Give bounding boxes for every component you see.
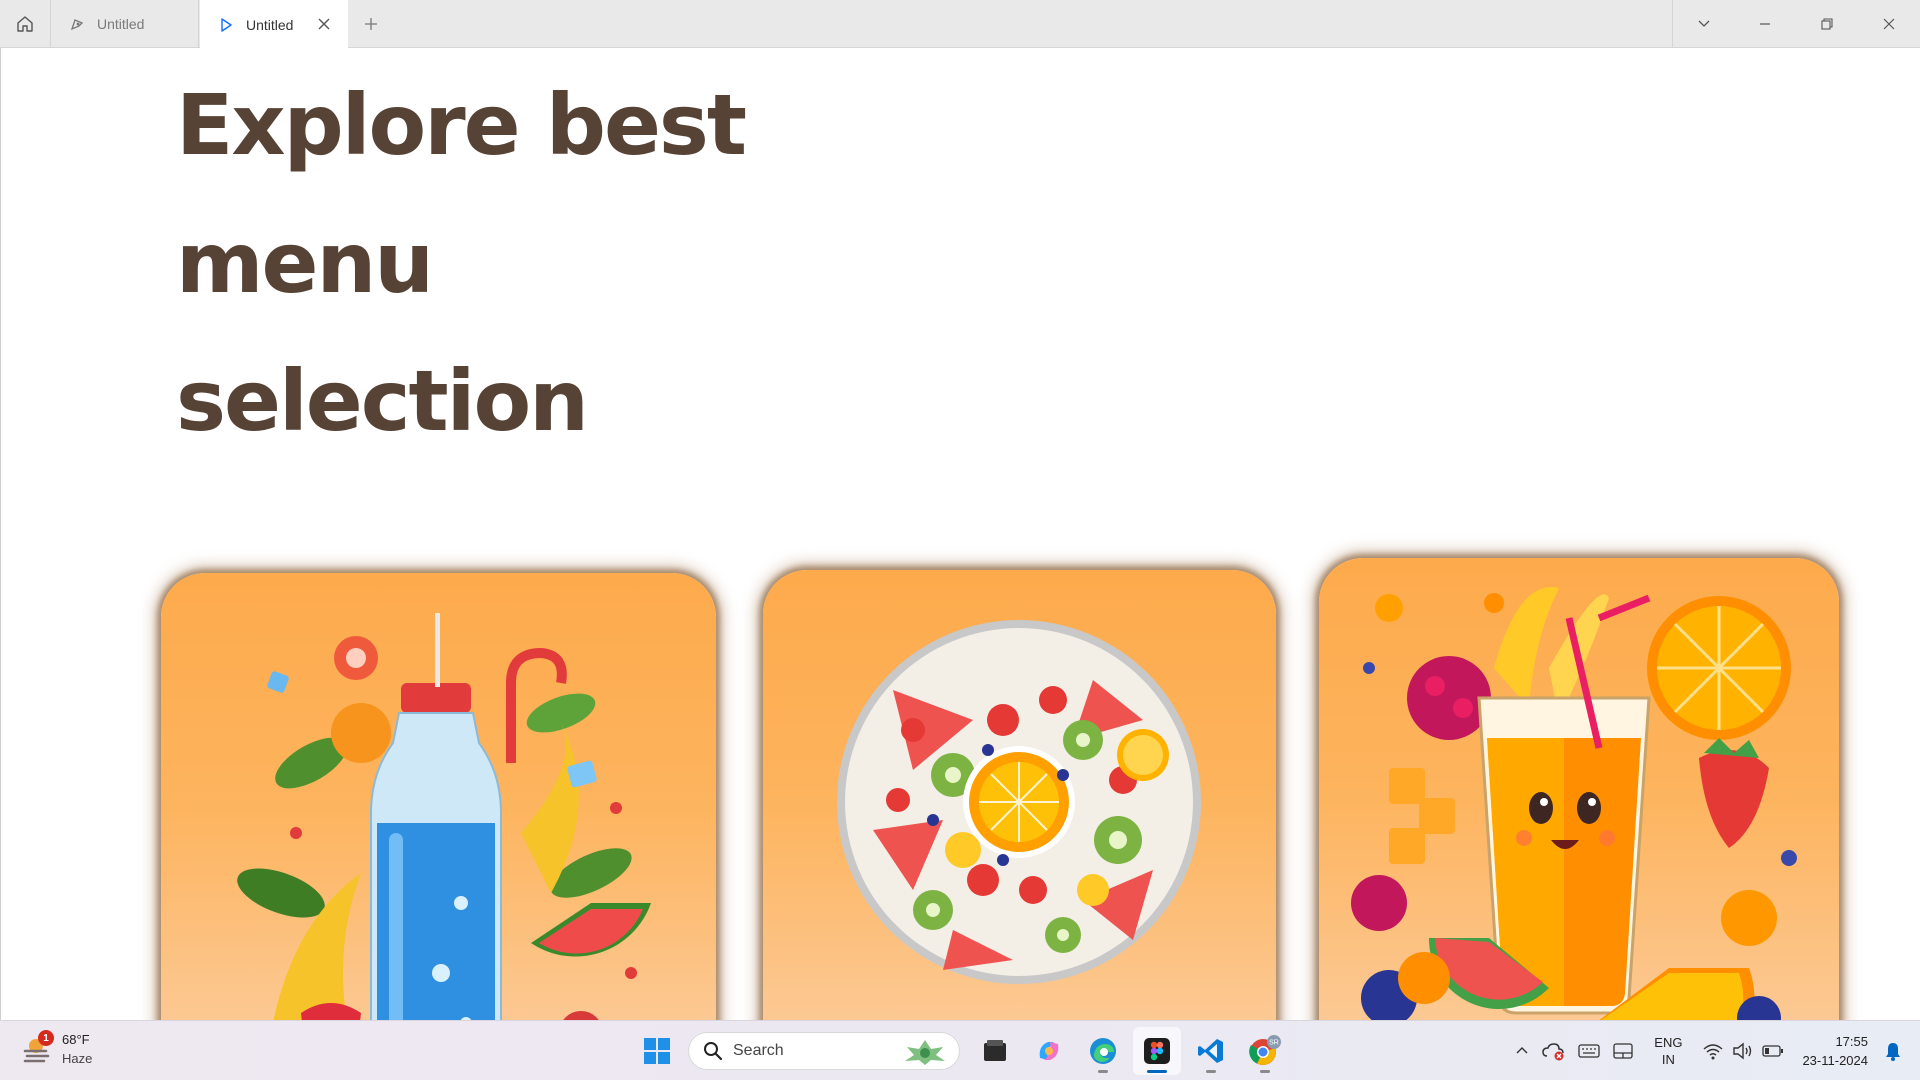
restore-button[interactable] [1796, 0, 1858, 48]
figma-draft-icon [67, 14, 87, 34]
tab-label: Untitled [97, 16, 145, 32]
copilot-button[interactable] [1025, 1027, 1073, 1075]
window-controls [1672, 0, 1920, 48]
language-code: ENG [1654, 1035, 1683, 1050]
start-button[interactable] [633, 1027, 681, 1075]
bell-icon [1886, 1043, 1900, 1061]
fruit-salad-plate-card[interactable] [763, 570, 1276, 1020]
running-indicator [1260, 1070, 1270, 1073]
notification-center-button[interactable] [1884, 1031, 1902, 1071]
show-hidden-icons-button[interactable] [1514, 1031, 1530, 1071]
taskbar-clock[interactable]: 17:55 23-11-2024 [1802, 1032, 1868, 1070]
vscode-button[interactable] [1187, 1027, 1235, 1075]
running-indicator [1098, 1070, 1108, 1073]
volume-icon [1733, 1042, 1752, 1060]
tab-list-button[interactable] [1672, 0, 1734, 48]
restore-icon [1821, 18, 1833, 30]
close-icon [1883, 18, 1895, 30]
taskbar-search-box[interactable]: Search [688, 1032, 960, 1070]
home-button[interactable] [0, 0, 51, 48]
figma-icon [1144, 1038, 1170, 1064]
tab-label: Untitled [246, 16, 294, 33]
clock-date: 23-11-2024 [1802, 1053, 1868, 1068]
edge-button[interactable] [1079, 1027, 1127, 1075]
page-heading: Explore best menu selection [176, 56, 747, 470]
close-tab-button[interactable] [314, 14, 334, 34]
heading-line-1: Explore best [176, 76, 747, 174]
play-prototype-icon [216, 15, 236, 35]
quick-settings-button[interactable] [1702, 1031, 1784, 1071]
search-icon [703, 1040, 725, 1062]
fruit-juice-glass-card[interactable] [1319, 558, 1839, 1020]
battery-icon [1762, 1045, 1784, 1057]
weather-widget[interactable]: 1 68°F Haze [22, 1030, 92, 1068]
cloud-error-icon [1542, 1043, 1565, 1061]
window-titlebar: Untitled Untitled [0, 0, 1920, 49]
language-region: IN [1661, 1052, 1675, 1067]
weather-temperature: 68°F [62, 1032, 90, 1047]
file-explorer-icon [984, 1040, 1006, 1061]
onedrive-status-button[interactable] [1542, 1031, 1566, 1071]
close-icon [318, 18, 330, 30]
running-indicator [1206, 1070, 1216, 1073]
search-highlight-icon [901, 1037, 949, 1072]
fruit-salad-illustration [837, 620, 1201, 984]
keyboard-icon [1578, 1044, 1600, 1058]
touch-keyboard-button[interactable] [1578, 1031, 1600, 1071]
fruit-bottle-drink-card[interactable] [161, 573, 716, 1020]
home-icon [17, 16, 33, 32]
fruit-bottle-illustration [237, 613, 651, 1020]
edge-icon [1090, 1038, 1116, 1064]
chevron-down-icon [1698, 20, 1709, 27]
figma-button[interactable] [1133, 1027, 1181, 1075]
chevron-up-icon [1516, 1047, 1528, 1054]
tab-untitled-draft[interactable]: Untitled [51, 0, 199, 48]
search-placeholder: Search [733, 1042, 784, 1059]
tab-untitled-prototype[interactable]: Untitled [200, 0, 348, 49]
prototype-canvas: Explore best menu selection [0, 48, 1920, 1020]
minimize-icon [1760, 23, 1770, 25]
wifi-icon [1703, 1044, 1723, 1060]
input-language-button[interactable]: ENG IN [1654, 1034, 1682, 1068]
minimize-button[interactable] [1734, 0, 1796, 48]
notification-badge: 1 [38, 1030, 54, 1046]
new-tab-button[interactable] [358, 12, 384, 36]
fruit-juice-illustration [1351, 587, 1797, 1020]
windows-start-icon [644, 1038, 670, 1064]
taskbar-pinned-apps: Search SR [630, 1021, 1292, 1081]
plus-icon [365, 18, 377, 30]
tablet-mode-button[interactable] [1612, 1031, 1634, 1071]
copilot-icon [1039, 1042, 1059, 1060]
weather-condition: Haze [62, 1051, 93, 1066]
touchpad-icon [1613, 1043, 1633, 1059]
active-indicator [1147, 1070, 1167, 1073]
chrome-icon: SR [1249, 1035, 1281, 1065]
haze-weather-icon: 1 [22, 1030, 54, 1064]
chrome-profile-badge: SR [1269, 1040, 1279, 1047]
clock-time: 17:55 [1835, 1034, 1868, 1049]
file-explorer-button[interactable] [971, 1027, 1019, 1075]
heading-line-3: selection [176, 352, 589, 450]
vscode-icon [1198, 1039, 1223, 1063]
system-tray: ENG IN 17:55 23-11-2024 [1508, 1021, 1920, 1081]
windows-taskbar: 1 68°F Haze Search SR ENG IN 17:55 23-11… [0, 1020, 1920, 1080]
heading-line-2: menu [176, 214, 434, 312]
chrome-button[interactable]: SR [1241, 1027, 1289, 1075]
close-window-button[interactable] [1858, 0, 1920, 48]
